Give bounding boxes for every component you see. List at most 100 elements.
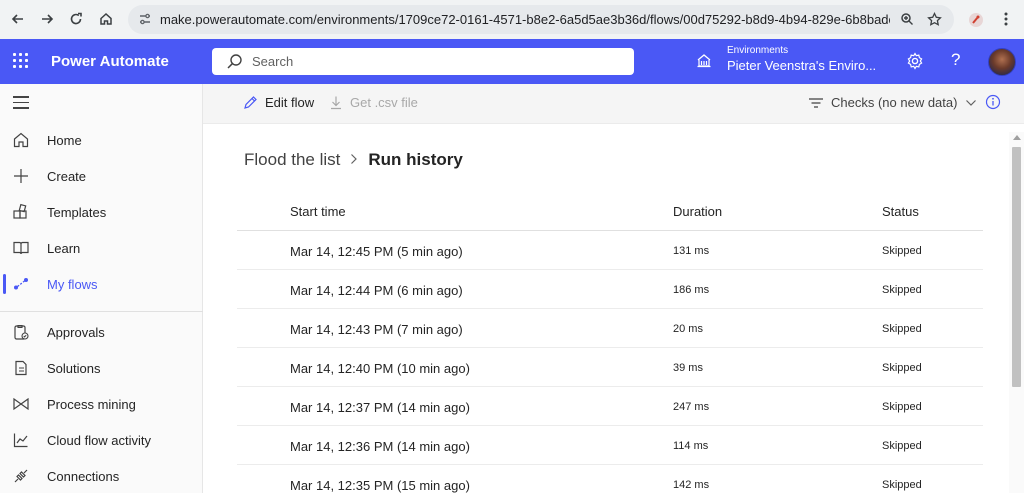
checks-label: Checks (no new data) [831,95,958,110]
sidebar-item-label: Templates [47,204,107,220]
zoom-icon[interactable] [899,11,915,27]
run-duration: 142 ms [673,479,710,491]
browser-toolbar: make.powerautomate.com/environments/1709… [0,0,1024,39]
solutions-icon [15,360,27,376]
pencil-icon [244,96,257,109]
app-title[interactable]: Power Automate [51,53,169,70]
address-bar[interactable]: make.powerautomate.com/environments/1709… [128,5,954,34]
run-status: Skipped [882,401,922,413]
edit-flow-label: Edit flow [265,95,315,110]
run-status: Skipped [882,284,922,296]
sidebar-item-solutions[interactable]: Solutions [0,350,203,386]
sidebar-item-templates[interactable]: Templates [0,194,203,230]
run-duration: 20 ms [673,323,703,335]
run-status: Skipped [882,440,922,452]
sidebar-item-home[interactable]: Home [0,122,203,158]
sidebar-item-label: Create [47,168,87,184]
chevron-down-icon [966,99,977,106]
search-input[interactable]: Search [212,48,634,75]
run-status: Skipped [882,245,922,257]
home-browser-icon[interactable] [96,9,116,29]
vertical-scrollbar[interactable] [1009,132,1024,493]
run-duration: 39 ms [673,362,703,374]
home-icon [13,132,29,148]
sidebar-item-label: Approvals [47,324,105,340]
table-row[interactable]: Mar 14, 12:43 PM (7 min ago) 20 ms Skipp… [237,309,983,348]
column-header-status[interactable]: Status [882,204,919,219]
gear-icon[interactable] [906,52,924,75]
get-csv-button[interactable]: Get .csv file [329,95,418,110]
edit-flow-button[interactable]: Edit flow [243,95,314,110]
run-status: Skipped [882,362,922,374]
run-status: Skipped [882,479,922,491]
run-start-time[interactable]: Mar 14, 12:43 PM (7 min ago) [290,322,463,337]
table-row[interactable]: Mar 14, 12:35 PM (15 min ago) 142 ms Ski… [237,465,983,493]
app-launcher-icon[interactable] [13,53,29,69]
connections-icon [14,469,28,483]
avatar[interactable] [988,48,1016,76]
sidebar-divider [0,311,203,312]
sidebar-item-label: Cloud flow activity [47,432,152,448]
run-start-time[interactable]: Mar 14, 12:37 PM (14 min ago) [290,400,470,415]
app-header: Power Automate Search Environments Piete… [0,39,1024,84]
get-csv-label: Get .csv file [350,95,418,110]
forward-arrow-icon[interactable] [37,9,57,29]
main-content: Edit flow Get .csv file Checks (no new d… [203,84,1024,493]
site-settings-icon[interactable] [137,11,153,27]
sidebar-item-approvals[interactable]: Approvals [0,314,203,350]
breadcrumb: Flood the list Run history [244,150,463,170]
run-start-time[interactable]: Mar 14, 12:40 PM (10 min ago) [290,361,470,376]
column-header-duration[interactable]: Duration [673,204,722,219]
sidebar-item-label: Solutions [47,360,101,376]
run-start-time[interactable]: Mar 14, 12:44 PM (6 min ago) [290,283,463,298]
table-row[interactable]: Mar 14, 12:45 PM (5 min ago) 131 ms Skip… [237,231,983,270]
help-icon[interactable]: ? [951,50,960,70]
filter-lines-icon [809,97,823,108]
breadcrumb-flow-link[interactable]: Flood the list [244,150,340,170]
info-icon[interactable] [985,94,1008,110]
run-duration: 247 ms [673,401,710,413]
hamburger-menu-icon[interactable] [13,96,29,113]
sidebar-item-connections[interactable]: Connections [0,458,203,493]
sidebar-item-cloud-flow-activity[interactable]: Cloud flow activity [0,422,203,458]
run-start-time[interactable]: Mar 14, 12:45 PM (5 min ago) [290,244,463,259]
browser-menu-icon[interactable] [996,9,1016,29]
sidebar-item-process-mining[interactable]: Process mining [0,386,203,422]
activity-chart-icon [13,433,28,448]
book-icon [13,241,29,255]
sidebar-item-create[interactable]: Create [0,158,203,194]
search-placeholder: Search [252,54,294,69]
flows-icon [14,278,28,290]
plus-icon [14,169,28,183]
environment-icon [696,53,712,74]
column-header-start-time[interactable]: Start time [290,204,346,219]
sidebar-nav: Home Create Templates Learn My flows App… [0,84,203,493]
sidebar-item-label: Home [47,132,82,148]
chevron-right-icon [350,152,358,169]
table-row[interactable]: Mar 14, 12:40 PM (10 min ago) 39 ms Skip… [237,348,983,387]
run-start-time[interactable]: Mar 14, 12:35 PM (15 min ago) [290,478,470,493]
extension-icon[interactable] [966,10,986,30]
table-row[interactable]: Mar 14, 12:37 PM (14 min ago) 247 ms Ski… [237,387,983,426]
environment-picker[interactable]: Pieter Veenstra's Enviro... [727,58,876,73]
scrollbar-thumb[interactable] [1012,147,1021,387]
table-row[interactable]: Mar 14, 12:44 PM (6 min ago) 186 ms Skip… [237,270,983,309]
back-arrow-icon[interactable] [8,9,28,29]
command-bar: Edit flow Get .csv file Checks (no new d… [203,84,1024,124]
bookmark-star-icon[interactable] [926,11,942,27]
download-icon [331,96,341,110]
process-mining-icon [13,397,29,411]
sidebar-item-my-flows[interactable]: My flows [0,266,203,302]
reload-icon[interactable] [66,9,86,29]
search-icon [226,53,243,75]
run-duration: 114 ms [673,440,709,452]
run-duration: 131 ms [673,245,710,257]
active-indicator [3,274,6,294]
sidebar-item-label: Learn [47,240,81,256]
run-start-time[interactable]: Mar 14, 12:36 PM (14 min ago) [290,439,470,454]
sidebar-item-learn[interactable]: Learn [0,230,203,266]
checks-dropdown[interactable]: Checks (no new data) [808,95,984,110]
sidebar-item-label: Connections [47,468,120,484]
scroll-up-arrow-icon[interactable] [1013,135,1021,140]
table-row[interactable]: Mar 14, 12:36 PM (14 min ago) 114 ms Ski… [237,426,983,465]
